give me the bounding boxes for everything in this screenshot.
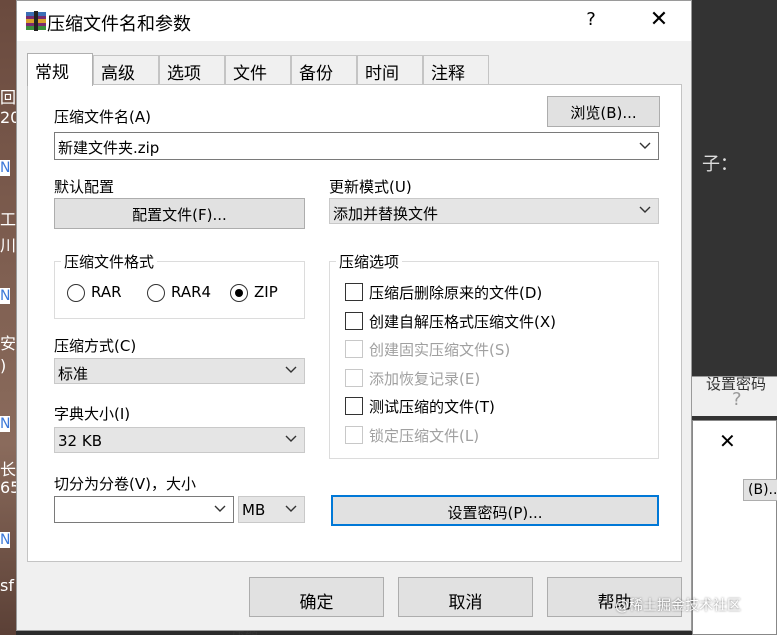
archive-name-label: 压缩文件名(A) <box>54 108 151 126</box>
chevron-down-icon <box>285 366 297 373</box>
set-password-button[interactable]: 设置密码(P)... <box>331 495 659 526</box>
update-mode-label: 更新模式(U) <box>329 178 412 196</box>
split-unit-value: MB <box>242 501 266 519</box>
bg-browse-button: (B).. <box>743 479 777 501</box>
bg-fragment: 长 <box>0 460 17 479</box>
close-icon[interactable]: ✕ <box>647 7 671 32</box>
bg-help-icon: ? <box>732 389 742 410</box>
bg-fragment: N <box>0 288 11 304</box>
format-rar4-label: RAR4 <box>171 283 212 301</box>
dictionary-size-label: 字典大小(I) <box>54 405 131 423</box>
split-size-combo[interactable] <box>54 496 234 523</box>
archive-name-value: 新建文件夹.zip <box>58 139 160 157</box>
general-panel: 压缩文件名(A) 浏览(B)... 新建文件夹.zip 默认配置 配置文件(F)… <box>27 84 682 562</box>
split-volumes-label: 切分为分卷(V)，大小 <box>54 475 196 493</box>
tab-advanced[interactable]: 高级 <box>93 55 159 85</box>
help-icon[interactable]: ? <box>581 9 601 30</box>
split-unit-select[interactable]: MB <box>238 496 305 523</box>
bg-fragment: 工 <box>0 210 17 229</box>
close-icon: ✕ <box>719 429 736 453</box>
watermark: @稀土掘金技术社区 <box>615 598 741 614</box>
lock-archive-label: 锁定压缩文件(L) <box>369 427 480 445</box>
tab-time[interactable]: 时间 <box>357 55 423 85</box>
window-title: 压缩文件名和参数 <box>47 14 191 35</box>
format-rar-label: RAR <box>91 283 122 301</box>
compression-method-value: 标准 <box>58 365 89 383</box>
recovery-record-label: 添加恢复记录(E) <box>369 370 481 388</box>
ok-button[interactable]: 确定 <box>249 577 384 617</box>
test-files-checkbox[interactable] <box>345 397 363 415</box>
chevron-down-icon <box>285 435 297 442</box>
recovery-record-checkbox <box>345 369 363 387</box>
compression-method-label: 压缩方式(C) <box>54 337 137 355</box>
cancel-button[interactable]: 取消 <box>398 577 533 617</box>
chevron-down-icon <box>639 142 651 149</box>
tab-options[interactable]: 选项 <box>159 55 225 85</box>
dictionary-size-value: 32 KB <box>58 432 102 450</box>
bg-fragment: 回 <box>0 88 17 107</box>
chevron-down-icon <box>639 206 651 213</box>
tab-backup[interactable]: 备份 <box>291 55 357 85</box>
tab-files[interactable]: 文件 <box>225 55 291 85</box>
test-files-label: 测试压缩的文件(T) <box>369 398 495 416</box>
archive-format-caption: 压缩文件格式 <box>61 251 158 272</box>
update-mode-select[interactable]: 添加并替换文件 <box>329 198 659 224</box>
solid-archive-checkbox <box>345 340 363 358</box>
background-dialog-titlebar: 设置密码 ? <box>692 375 777 416</box>
bg-fragment: 川 <box>0 236 17 255</box>
solid-archive-label: 创建固实压缩文件(S) <box>369 341 511 359</box>
tab-comment[interactable]: 注释 <box>423 55 489 85</box>
bg-fragment: N <box>0 160 11 176</box>
create-sfx-checkbox[interactable] <box>345 312 363 330</box>
bg-fragment: N <box>0 416 11 432</box>
tab-general[interactable]: 常规 <box>27 53 93 86</box>
bg-fragment: ) <box>0 356 7 375</box>
default-profile-label: 默认配置 <box>54 178 115 196</box>
bg-fragment: sf <box>0 576 14 595</box>
bg-text: 子： <box>702 154 738 175</box>
archive-name-combo[interactable]: 新建文件夹.zip <box>54 132 659 160</box>
archive-format-group: 压缩文件格式 RAR RAR4 ZIP <box>54 251 305 319</box>
archive-options-caption: 压缩选项 <box>336 251 403 272</box>
compression-method-select[interactable]: 标准 <box>54 358 305 384</box>
browse-button[interactable]: 浏览(B)... <box>547 96 660 127</box>
lock-archive-checkbox <box>345 426 363 444</box>
bg-fragment: 安 <box>0 334 17 353</box>
chevron-down-icon <box>214 505 226 512</box>
desktop-background-left: 回 20 N 工 川 N 安 ) N 长 65 N sf <box>0 0 20 635</box>
format-rar-radio[interactable] <box>67 284 85 302</box>
format-rar4-radio[interactable] <box>147 284 165 302</box>
archive-dialog: 压缩文件名和参数 ? ✕ 常规 高级 选项 文件 备份 时间 注释 压缩文件名(… <box>16 0 692 631</box>
create-sfx-label: 创建自解压格式压缩文件(X) <box>369 313 556 331</box>
dictionary-size-select[interactable]: 32 KB <box>54 427 305 453</box>
profiles-button[interactable]: 配置文件(F)... <box>54 198 305 229</box>
archive-options-group: 压缩选项 压缩后删除原来的文件(D) 创建自解压格式压缩文件(X) 创建固实压缩… <box>329 251 659 459</box>
chevron-down-icon <box>285 505 297 512</box>
delete-files-label: 压缩后删除原来的文件(D) <box>369 284 543 302</box>
bg-fragment: N <box>0 532 11 548</box>
format-zip-radio[interactable] <box>230 284 248 302</box>
title-bar: 压缩文件名和参数 ? ✕ <box>17 1 691 41</box>
format-zip-label: ZIP <box>254 283 278 301</box>
update-mode-value: 添加并替换文件 <box>333 205 439 223</box>
delete-files-checkbox[interactable] <box>345 283 363 301</box>
winrar-icon <box>26 11 46 31</box>
